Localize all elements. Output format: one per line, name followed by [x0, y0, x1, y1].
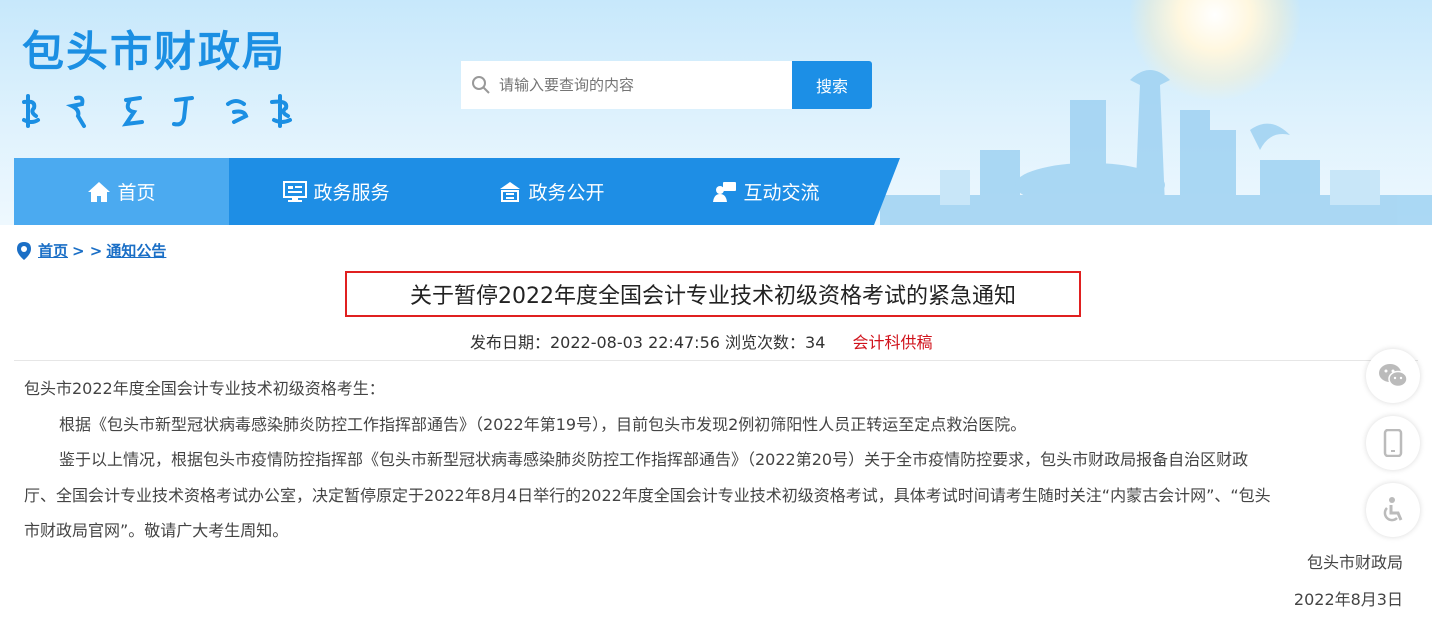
mobile-button[interactable]	[1366, 416, 1420, 470]
nav-item-disclosure[interactable]: 政务公开	[444, 158, 659, 225]
paragraph-2-line-2: 厅、全国会计专业技术资格考试办公室，决定暂停原定于2022年8月4日举行的202…	[24, 485, 1271, 505]
breadcrumb-separator: > >	[72, 241, 103, 260]
mobile-icon	[1383, 429, 1403, 457]
nav-item-label: 政务服务	[313, 182, 390, 204]
mongolian-script-logo	[22, 94, 292, 128]
paragraph-1: 根据《包头市新型冠状病毒感染肺炎防控工作指挥部通告》（2022年第19号），目前…	[59, 414, 1027, 434]
publish-date: 发布日期：2022-08-03 22:47:56	[470, 333, 720, 352]
salutation: 包头市2022年度全国会计专业技术初级资格考生：	[24, 379, 385, 398]
search-box	[461, 61, 792, 109]
paragraph-2-line-3: 市财政局官网”。敬请广大考生周知。	[24, 521, 289, 540]
nav-item-label: 首页	[117, 182, 156, 204]
wechat-button[interactable]	[1366, 349, 1420, 403]
breadcrumb-home-link[interactable]: 首页	[38, 240, 68, 261]
divider	[14, 360, 1418, 361]
people-chat-icon	[713, 181, 737, 202]
accessibility-button[interactable]	[1366, 483, 1420, 537]
sign-date: 2022年8月3日	[1293, 590, 1403, 609]
breadcrumb: 首页 > > 通知公告	[16, 240, 166, 261]
city-skyline-decoration	[880, 70, 1432, 225]
breadcrumb-current-link[interactable]: 通知公告	[106, 240, 166, 261]
nav-tail-decoration	[874, 158, 900, 225]
building-icon	[500, 181, 521, 202]
article-meta: 发布日期：2022-08-03 22:47:56 浏览次数：34 会计科供稿	[470, 329, 933, 353]
article-source: 会计科供稿	[852, 333, 933, 352]
article-title: 关于暂停2022年度全国会计专业技术初级资格考试的紧急通知	[345, 271, 1081, 317]
nav-item-label: 互动交流	[743, 182, 820, 204]
view-count: 浏览次数：34	[725, 333, 826, 352]
location-pin-icon	[17, 241, 31, 260]
accessibility-icon	[1383, 497, 1403, 522]
search-icon	[472, 76, 490, 94]
search-button[interactable]: 搜索	[792, 61, 872, 109]
search-input[interactable]	[497, 75, 791, 95]
article-body: 包头市2022年度全国会计专业技术初级资格考生： 根据《包头市新型冠状病毒感染肺…	[24, 371, 1404, 549]
site-title: 包头市财政局	[22, 27, 287, 76]
wechat-icon	[1379, 364, 1408, 388]
signature: 包头市财政局	[1306, 553, 1403, 572]
monitor-icon	[283, 180, 308, 202]
nav-item-interaction[interactable]: 互动交流	[659, 158, 874, 225]
home-icon	[88, 181, 111, 202]
nav-item-home[interactable]: 首页	[14, 158, 229, 225]
nav-item-services[interactable]: 政务服务	[229, 158, 444, 225]
nav-item-label: 政务公开	[528, 182, 605, 204]
paragraph-2-line-1: 鉴于以上情况，根据包头市疫情防控指挥部《包头市新型冠状病毒感染肺炎防控工作指挥部…	[59, 450, 1249, 469]
main-nav: 首页 政务服务 政务公开 互动交流	[14, 158, 900, 225]
